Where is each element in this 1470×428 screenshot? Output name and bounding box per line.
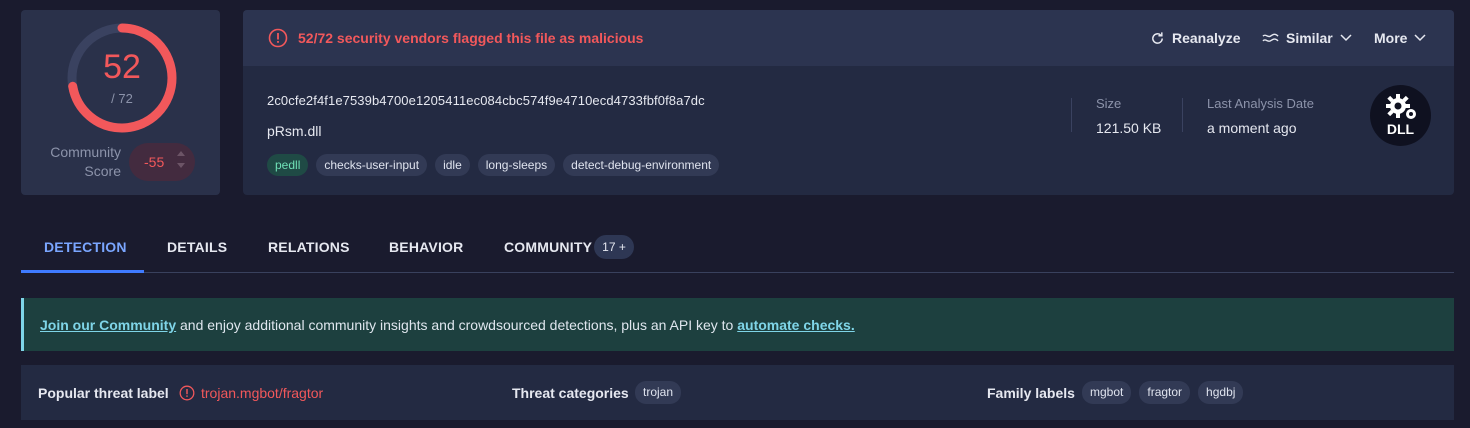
popular-threat-text: trojan.mgbot/fragtor [201,385,324,401]
more-button[interactable]: More [1374,30,1426,46]
alert-circle-icon [179,385,195,401]
reanalyze-button[interactable]: Reanalyze [1150,30,1240,46]
tab-detection[interactable]: DETECTION [44,239,127,255]
detection-total: / 72 [111,91,133,106]
community-score-label: Community Score [50,144,121,179]
refresh-icon [1152,31,1163,44]
file-tags: pedll checks-user-input idle long-sleeps… [267,154,720,176]
tab-relations[interactable]: RELATIONS [268,239,350,255]
file-hash[interactable]: 2c0cfe2f4f1e7539b4700e1205411ec084cbc574… [267,93,705,108]
detection-score-card: 52 / 72 Community Score -55 [21,10,220,195]
vote-down-icon[interactable] [177,163,185,168]
chevron-down-icon [1340,34,1352,42]
community-count-badge: 17 + [594,235,634,259]
report-tabs: DETECTION DETAILS RELATIONS BEHAVIOR COM… [21,222,1454,273]
banner-text: Join our Community and enjoy additional … [40,317,855,333]
reanalyze-label: Reanalyze [1172,30,1241,46]
popular-threat-value[interactable]: trojan.mgbot/fragtor [179,385,323,401]
malicious-alert-bar: 52/72 security vendors flagged this file… [243,10,1454,66]
file-tag[interactable]: checks-user-input [316,154,428,176]
join-community-link[interactable]: Join our Community [40,317,176,333]
threat-categories-label: Threat categories [512,385,629,401]
approx-icon [1262,33,1279,42]
family-tag[interactable]: hgdbj [1198,381,1244,404]
popular-threat-label: Popular threat label [38,385,169,401]
family-tag[interactable]: fragtor [1139,381,1191,404]
size-label: Size [1096,96,1122,111]
file-tag[interactable]: long-sleeps [477,154,556,176]
detection-count: 52 [103,48,141,86]
family-labels-label: Family labels [987,385,1075,401]
file-name: pRsm.dll [267,123,322,139]
active-tab-indicator [21,270,144,273]
vote-up-icon[interactable] [177,151,185,156]
alert-text: 52/72 security vendors flagged this file… [298,30,644,46]
threat-categories-list: trojan [635,381,682,404]
file-tag[interactable]: pedll [267,154,309,176]
similar-button[interactable]: Similar [1262,30,1352,46]
last-analysis-value: a moment ago [1207,120,1297,136]
file-summary-card: 52/72 security vendors flagged this file… [243,10,1454,195]
community-score-value: -55 [144,154,165,170]
tab-details[interactable]: DETAILS [167,239,227,255]
community-score-widget: -55 [129,143,195,181]
banner-body: and enjoy additional community insights … [176,317,738,333]
dll-file-type-icon: DLL [1370,85,1431,146]
dll-label: DLL [1386,121,1415,137]
file-tag[interactable]: idle [435,154,470,176]
more-label: More [1374,30,1408,46]
alert-circle-icon [268,28,288,48]
family-tag[interactable]: mgbot [1082,381,1132,404]
threat-summary-bar: Popular threat label trojan.mgbot/fragto… [21,365,1454,420]
gear-icon [1386,94,1416,119]
tab-behavior[interactable]: BEHAVIOR [389,239,463,255]
file-tag[interactable]: detect-debug-environment [563,154,720,176]
size-value: 121.50 KB [1096,120,1162,136]
similar-label: Similar [1286,30,1333,46]
automate-checks-link[interactable]: automate checks. [737,317,855,333]
last-analysis-label: Last Analysis Date [1207,96,1314,111]
chevron-down-icon [1414,34,1426,42]
threat-category-tag[interactable]: trojan [635,381,682,404]
family-labels-list: mgbot fragtor hgdbj [1082,381,1244,404]
join-community-banner: Join our Community and enjoy additional … [21,298,1454,351]
tab-community[interactable]: COMMUNITY [504,239,592,255]
community-vote-stepper[interactable] [175,151,187,173]
divider [1182,98,1183,132]
divider [1071,98,1072,132]
